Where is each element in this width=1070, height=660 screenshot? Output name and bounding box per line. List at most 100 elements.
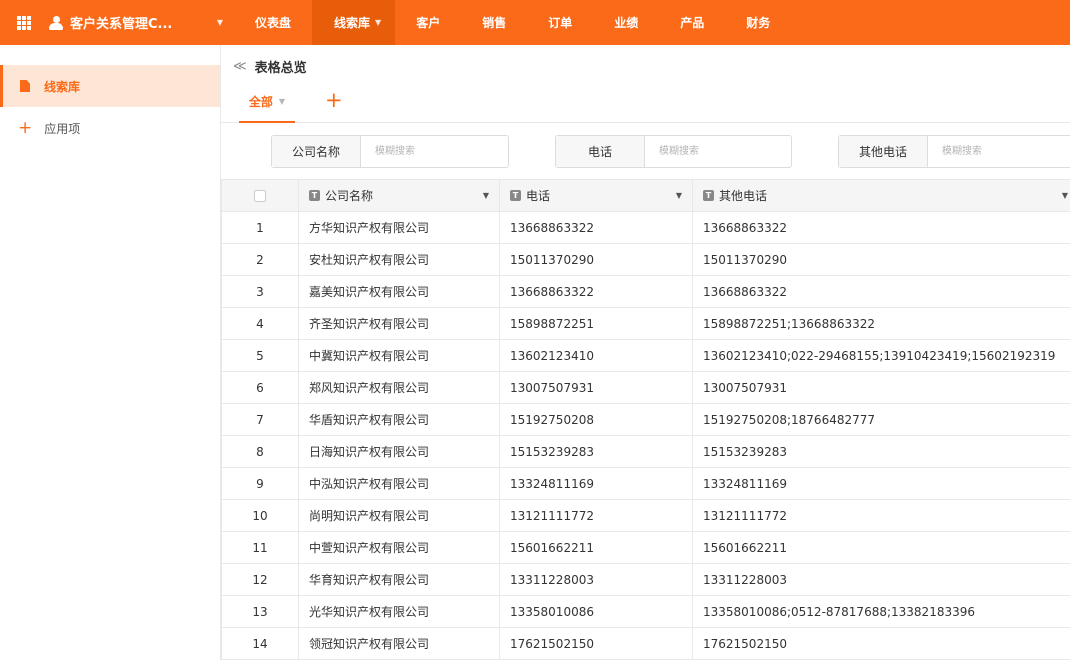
other-phone-cell[interactable]: 13668863322	[692, 211, 1070, 244]
app-switcher[interactable]: 客户关系管理C... ▼	[48, 13, 223, 32]
app-grid-icon[interactable]	[17, 15, 31, 30]
other-phone-cell[interactable]: 13602123410;022-29468155;13910423419;156…	[692, 339, 1070, 372]
company-name-cell[interactable]: 中萱知识产权有限公司	[298, 531, 500, 564]
company-name-cell[interactable]: 日海知识产权有限公司	[298, 435, 500, 468]
other-phone-search-input[interactable]	[928, 136, 1070, 167]
sidebar-item-app-items[interactable]: + 应用项	[0, 107, 220, 149]
phone-cell[interactable]: 15898872251	[499, 307, 693, 340]
company-name-cell[interactable]: 尚明知识产权有限公司	[298, 499, 500, 532]
other-phone-cell[interactable]: 15601662211	[692, 531, 1070, 564]
company-name-cell[interactable]: 中泓知识产权有限公司	[298, 467, 500, 500]
table-row[interactable]: 1 方华知识产权有限公司 13668863322 13668863322	[221, 211, 1070, 244]
chevron-down-icon[interactable]: ▼	[676, 191, 682, 200]
phone-cell[interactable]: 15601662211	[499, 531, 693, 564]
chevron-down-icon: ▼	[278, 97, 286, 106]
add-view-button[interactable]: +	[325, 90, 343, 111]
other-phone-cell[interactable]: 15192750208;18766482777	[692, 403, 1070, 436]
table-row[interactable]: 7 华盾知识产权有限公司 15192750208 15192750208;187664…	[221, 403, 1070, 436]
phone-cell[interactable]: 15153239283	[499, 435, 693, 468]
view-tabs: 全部 ▼ +	[221, 82, 1070, 123]
row-index: 2	[221, 243, 299, 276]
row-index: 10	[221, 499, 299, 532]
other-phone-cell[interactable]: 15898872251;13668863322	[692, 307, 1070, 340]
phone-cell[interactable]: 13602123410	[499, 339, 693, 372]
table-row[interactable]: 10 尚明知识产权有限公司 13121111772 13121111772	[221, 499, 1070, 532]
chevron-down-icon[interactable]: ▼	[1062, 191, 1068, 200]
nav-item-customers[interactable]: 客户	[395, 0, 461, 45]
nav-item-orders[interactable]: 订单	[527, 0, 593, 45]
table-row[interactable]: 14 领冠知识产权有限公司 17621502150 17621502150	[221, 627, 1070, 660]
nav-item-label: 订单	[548, 16, 573, 30]
users-icon	[48, 15, 64, 30]
chevron-down-icon[interactable]: ▼	[483, 191, 489, 200]
company-name-cell[interactable]: 领冠知识产权有限公司	[298, 627, 500, 660]
nav-item-performance[interactable]: 业绩	[593, 0, 659, 45]
company-name-cell[interactable]: 方华知识产权有限公司	[298, 211, 500, 244]
phone-cell[interactable]: 13007507931	[499, 371, 693, 404]
table-row[interactable]: 2 安杜知识产权有限公司 15011370290 15011370290	[221, 243, 1070, 276]
table-row[interactable]: 8 日海知识产权有限公司 15153239283 15153239283	[221, 435, 1070, 468]
company-name-cell[interactable]: 郑风知识产权有限公司	[298, 371, 500, 404]
phone-cell[interactable]: 13121111772	[499, 499, 693, 532]
sidebar-item-leads[interactable]: 线索库	[0, 65, 220, 107]
table-row[interactable]: 5 中冀知识产权有限公司 13602123410 13602123410;022-29…	[221, 339, 1070, 372]
phone-cell[interactable]: 13311228003	[499, 563, 693, 596]
phone-cell[interactable]: 13668863322	[499, 275, 693, 308]
column-label: 其他电话	[719, 189, 768, 203]
other-phone-cell[interactable]: 17621502150	[692, 627, 1070, 660]
company-name-cell[interactable]: 华育知识产权有限公司	[298, 563, 500, 596]
company-name-cell[interactable]: 中冀知识产权有限公司	[298, 339, 500, 372]
other-phone-cell[interactable]: 15153239283	[692, 435, 1070, 468]
phone-cell[interactable]: 13358010086	[499, 595, 693, 628]
phone-cell[interactable]: 13668863322	[499, 211, 693, 244]
company-name-search-input[interactable]	[361, 136, 508, 167]
table-row[interactable]: 12 华育知识产权有限公司 13311228003 13311228003	[221, 563, 1070, 596]
tab-all[interactable]: 全部 ▼	[239, 82, 295, 123]
other-phone-cell[interactable]: 15011370290	[692, 243, 1070, 276]
nav-item-dashboard[interactable]: 仪表盘	[234, 0, 312, 45]
page-title: 表格总览	[254, 61, 307, 76]
table-row[interactable]: 9 中泓知识产权有限公司 13324811169 13324811169	[221, 467, 1070, 500]
collapse-sidebar-icon[interactable]: ≪	[233, 59, 247, 74]
company-name-cell[interactable]: 安杜知识产权有限公司	[298, 243, 500, 276]
other-phone-cell[interactable]: 13007507931	[692, 371, 1070, 404]
select-all-checkbox[interactable]	[254, 190, 266, 202]
column-label: 电话	[526, 189, 551, 203]
phone-cell[interactable]: 15192750208	[499, 403, 693, 436]
column-header-company[interactable]: T 公司名称 ▼	[298, 179, 500, 212]
other-phone-cell[interactable]: 13324811169	[692, 467, 1070, 500]
nav-item-label: 财务	[746, 16, 771, 30]
row-index: 12	[221, 563, 299, 596]
company-name-cell[interactable]: 齐圣知识产权有限公司	[298, 307, 500, 340]
row-index: 5	[221, 339, 299, 372]
other-phone-cell[interactable]: 13358010086;0512-87817688;13382183396	[692, 595, 1070, 628]
sidebar-item-label: 线索库	[44, 79, 81, 94]
company-name-cell[interactable]: 嘉美知识产权有限公司	[298, 275, 500, 308]
phone-cell[interactable]: 15011370290	[499, 243, 693, 276]
table-row[interactable]: 11 中萱知识产权有限公司 15601662211 15601662211	[221, 531, 1070, 564]
phone-cell[interactable]: 13324811169	[499, 467, 693, 500]
phone-cell[interactable]: 17621502150	[499, 627, 693, 660]
row-index: 11	[221, 531, 299, 564]
phone-search-input[interactable]	[645, 136, 791, 167]
column-header-phone[interactable]: T 电话 ▼	[499, 179, 693, 212]
table-row[interactable]: 6 郑风知识产权有限公司 13007507931 13007507931	[221, 371, 1070, 404]
table-row[interactable]: 3 嘉美知识产权有限公司 13668863322 13668863322	[221, 275, 1070, 308]
other-phone-cell[interactable]: 13121111772	[692, 499, 1070, 532]
other-phone-cell[interactable]: 13311228003	[692, 563, 1070, 596]
column-header-other-phone[interactable]: T 其他电话 ▼	[692, 179, 1070, 212]
filter-company-name: 公司名称	[271, 135, 509, 168]
other-phone-cell[interactable]: 13668863322	[692, 275, 1070, 308]
nav-item-leads[interactable]: 线索库 ▼	[312, 0, 396, 45]
sidebar-item-label: 应用项	[44, 121, 81, 136]
company-name-cell[interactable]: 光华知识产权有限公司	[298, 595, 500, 628]
table-row[interactable]: 13 光华知识产权有限公司 13358010086 13358010086;0512-…	[221, 595, 1070, 628]
nav-item-finance[interactable]: 财务	[725, 0, 791, 45]
nav-item-sales[interactable]: 销售	[461, 0, 527, 45]
company-name-cell[interactable]: 华盾知识产权有限公司	[298, 403, 500, 436]
main-nav: 仪表盘 线索库 ▼ 客户 销售 订单 业绩 产品 财务	[234, 0, 791, 45]
sidebar: 线索库 + 应用项	[0, 45, 221, 660]
table-row[interactable]: 4 齐圣知识产权有限公司 15898872251 15898872251;136688…	[221, 307, 1070, 340]
nav-item-products[interactable]: 产品	[659, 0, 725, 45]
filter-other-phone: 其他电话	[838, 135, 1070, 168]
